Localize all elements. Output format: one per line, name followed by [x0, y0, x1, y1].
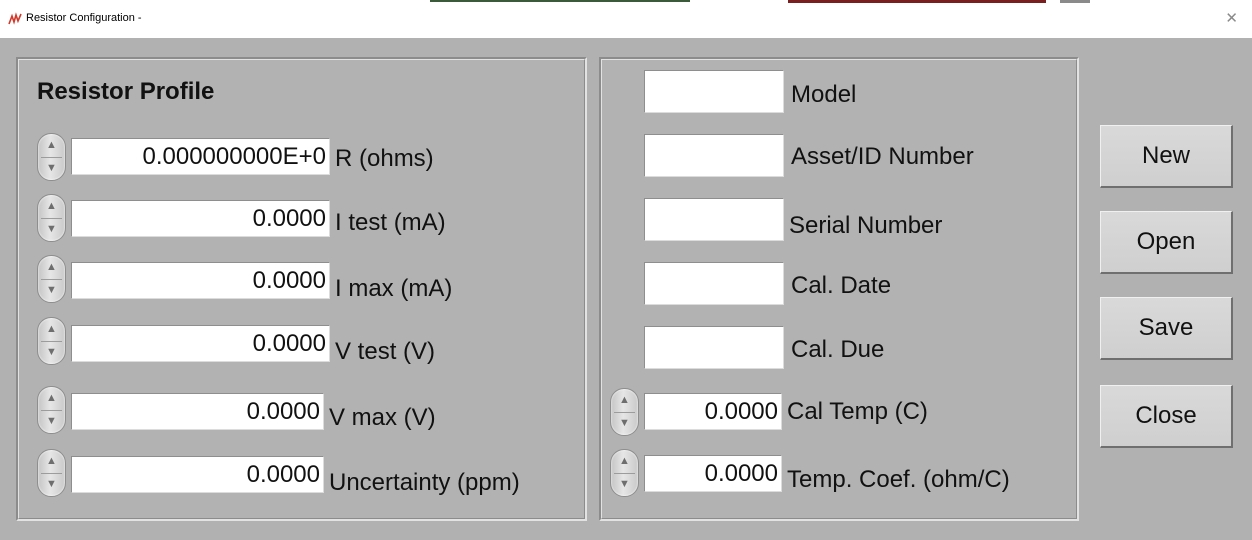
- decrement-arrow-icon[interactable]: ▼: [38, 218, 65, 241]
- new-button[interactable]: New: [1100, 125, 1233, 188]
- cal-date-label: Cal. Date: [791, 272, 892, 299]
- decrement-arrow-icon[interactable]: ▼: [38, 157, 65, 180]
- decrement-arrow-icon[interactable]: ▼: [38, 341, 65, 364]
- title-bar: Resistor Configuration - ✕: [0, 0, 1252, 38]
- increment-arrow-icon[interactable]: ▲: [611, 389, 638, 412]
- uncertainty-label: Uncertainty (ppm): [329, 469, 520, 496]
- v-max-field[interactable]: 0.0000: [71, 393, 324, 430]
- i-test-field[interactable]: 0.0000: [71, 200, 330, 237]
- open-button[interactable]: Open: [1100, 211, 1233, 274]
- serial-number-field[interactable]: [644, 198, 784, 241]
- decrement-arrow-icon[interactable]: ▼: [611, 412, 638, 435]
- save-button[interactable]: Save: [1100, 297, 1233, 360]
- close-window-icon[interactable]: ✕: [1225, 9, 1238, 27]
- temp-coef-field[interactable]: 0.0000: [644, 455, 782, 492]
- asset-id-field[interactable]: [644, 134, 784, 177]
- v-max-spinner[interactable]: ▲ ▼: [37, 386, 66, 434]
- resistor-profile-heading: Resistor Profile: [37, 78, 215, 105]
- decrement-arrow-icon[interactable]: ▼: [611, 473, 638, 496]
- temp-coef-spinner[interactable]: ▲ ▼: [610, 449, 639, 497]
- background-window-edge: [430, 0, 690, 2]
- increment-arrow-icon[interactable]: ▲: [38, 450, 65, 473]
- cal-date-field[interactable]: [644, 262, 784, 305]
- r-ohms-label: R (ohms): [335, 145, 434, 172]
- decrement-arrow-icon[interactable]: ▼: [38, 473, 65, 496]
- cal-due-label: Cal. Due: [791, 336, 885, 363]
- resistor-app-icon: [8, 12, 22, 25]
- r-ohms-spinner[interactable]: ▲ ▼: [37, 133, 66, 181]
- decrement-arrow-icon[interactable]: ▼: [38, 410, 65, 433]
- decrement-arrow-icon[interactable]: ▼: [38, 279, 65, 302]
- uncertainty-field[interactable]: 0.0000: [71, 456, 324, 493]
- close-button[interactable]: Close: [1100, 385, 1233, 448]
- v-max-label: V max (V): [329, 404, 436, 431]
- increment-arrow-icon[interactable]: ▲: [38, 318, 65, 341]
- background-window-edge: [1060, 0, 1090, 3]
- window-title: Resistor Configuration -: [26, 12, 142, 24]
- cal-temp-label: Cal Temp (C): [787, 398, 928, 425]
- increment-arrow-icon[interactable]: ▲: [38, 195, 65, 218]
- model-label: Model: [791, 81, 857, 108]
- serial-number-label: Serial Number: [789, 212, 943, 239]
- cal-temp-field[interactable]: 0.0000: [644, 393, 782, 430]
- i-max-label: I max (mA): [335, 275, 453, 302]
- v-test-spinner[interactable]: ▲ ▼: [37, 317, 66, 365]
- asset-id-label: Asset/ID Number: [791, 143, 974, 170]
- increment-arrow-icon[interactable]: ▲: [38, 134, 65, 157]
- increment-arrow-icon[interactable]: ▲: [611, 450, 638, 473]
- temp-coef-label: Temp. Coef. (ohm/C): [787, 466, 1010, 493]
- i-max-field[interactable]: 0.0000: [71, 262, 330, 299]
- increment-arrow-icon[interactable]: ▲: [38, 387, 65, 410]
- background-window-edge: [788, 0, 1046, 3]
- i-test-label: I test (mA): [335, 209, 446, 236]
- cal-temp-spinner[interactable]: ▲ ▼: [610, 388, 639, 436]
- model-field[interactable]: [644, 70, 784, 113]
- r-ohms-field[interactable]: 0.000000000E+0: [71, 138, 330, 175]
- increment-arrow-icon[interactable]: ▲: [38, 256, 65, 279]
- v-test-label: V test (V): [335, 338, 436, 365]
- v-test-field[interactable]: 0.0000: [71, 325, 330, 362]
- i-max-spinner[interactable]: ▲ ▼: [37, 255, 66, 303]
- cal-due-field[interactable]: [644, 326, 784, 369]
- uncertainty-spinner[interactable]: ▲ ▼: [37, 449, 66, 497]
- i-test-spinner[interactable]: ▲ ▼: [37, 194, 66, 242]
